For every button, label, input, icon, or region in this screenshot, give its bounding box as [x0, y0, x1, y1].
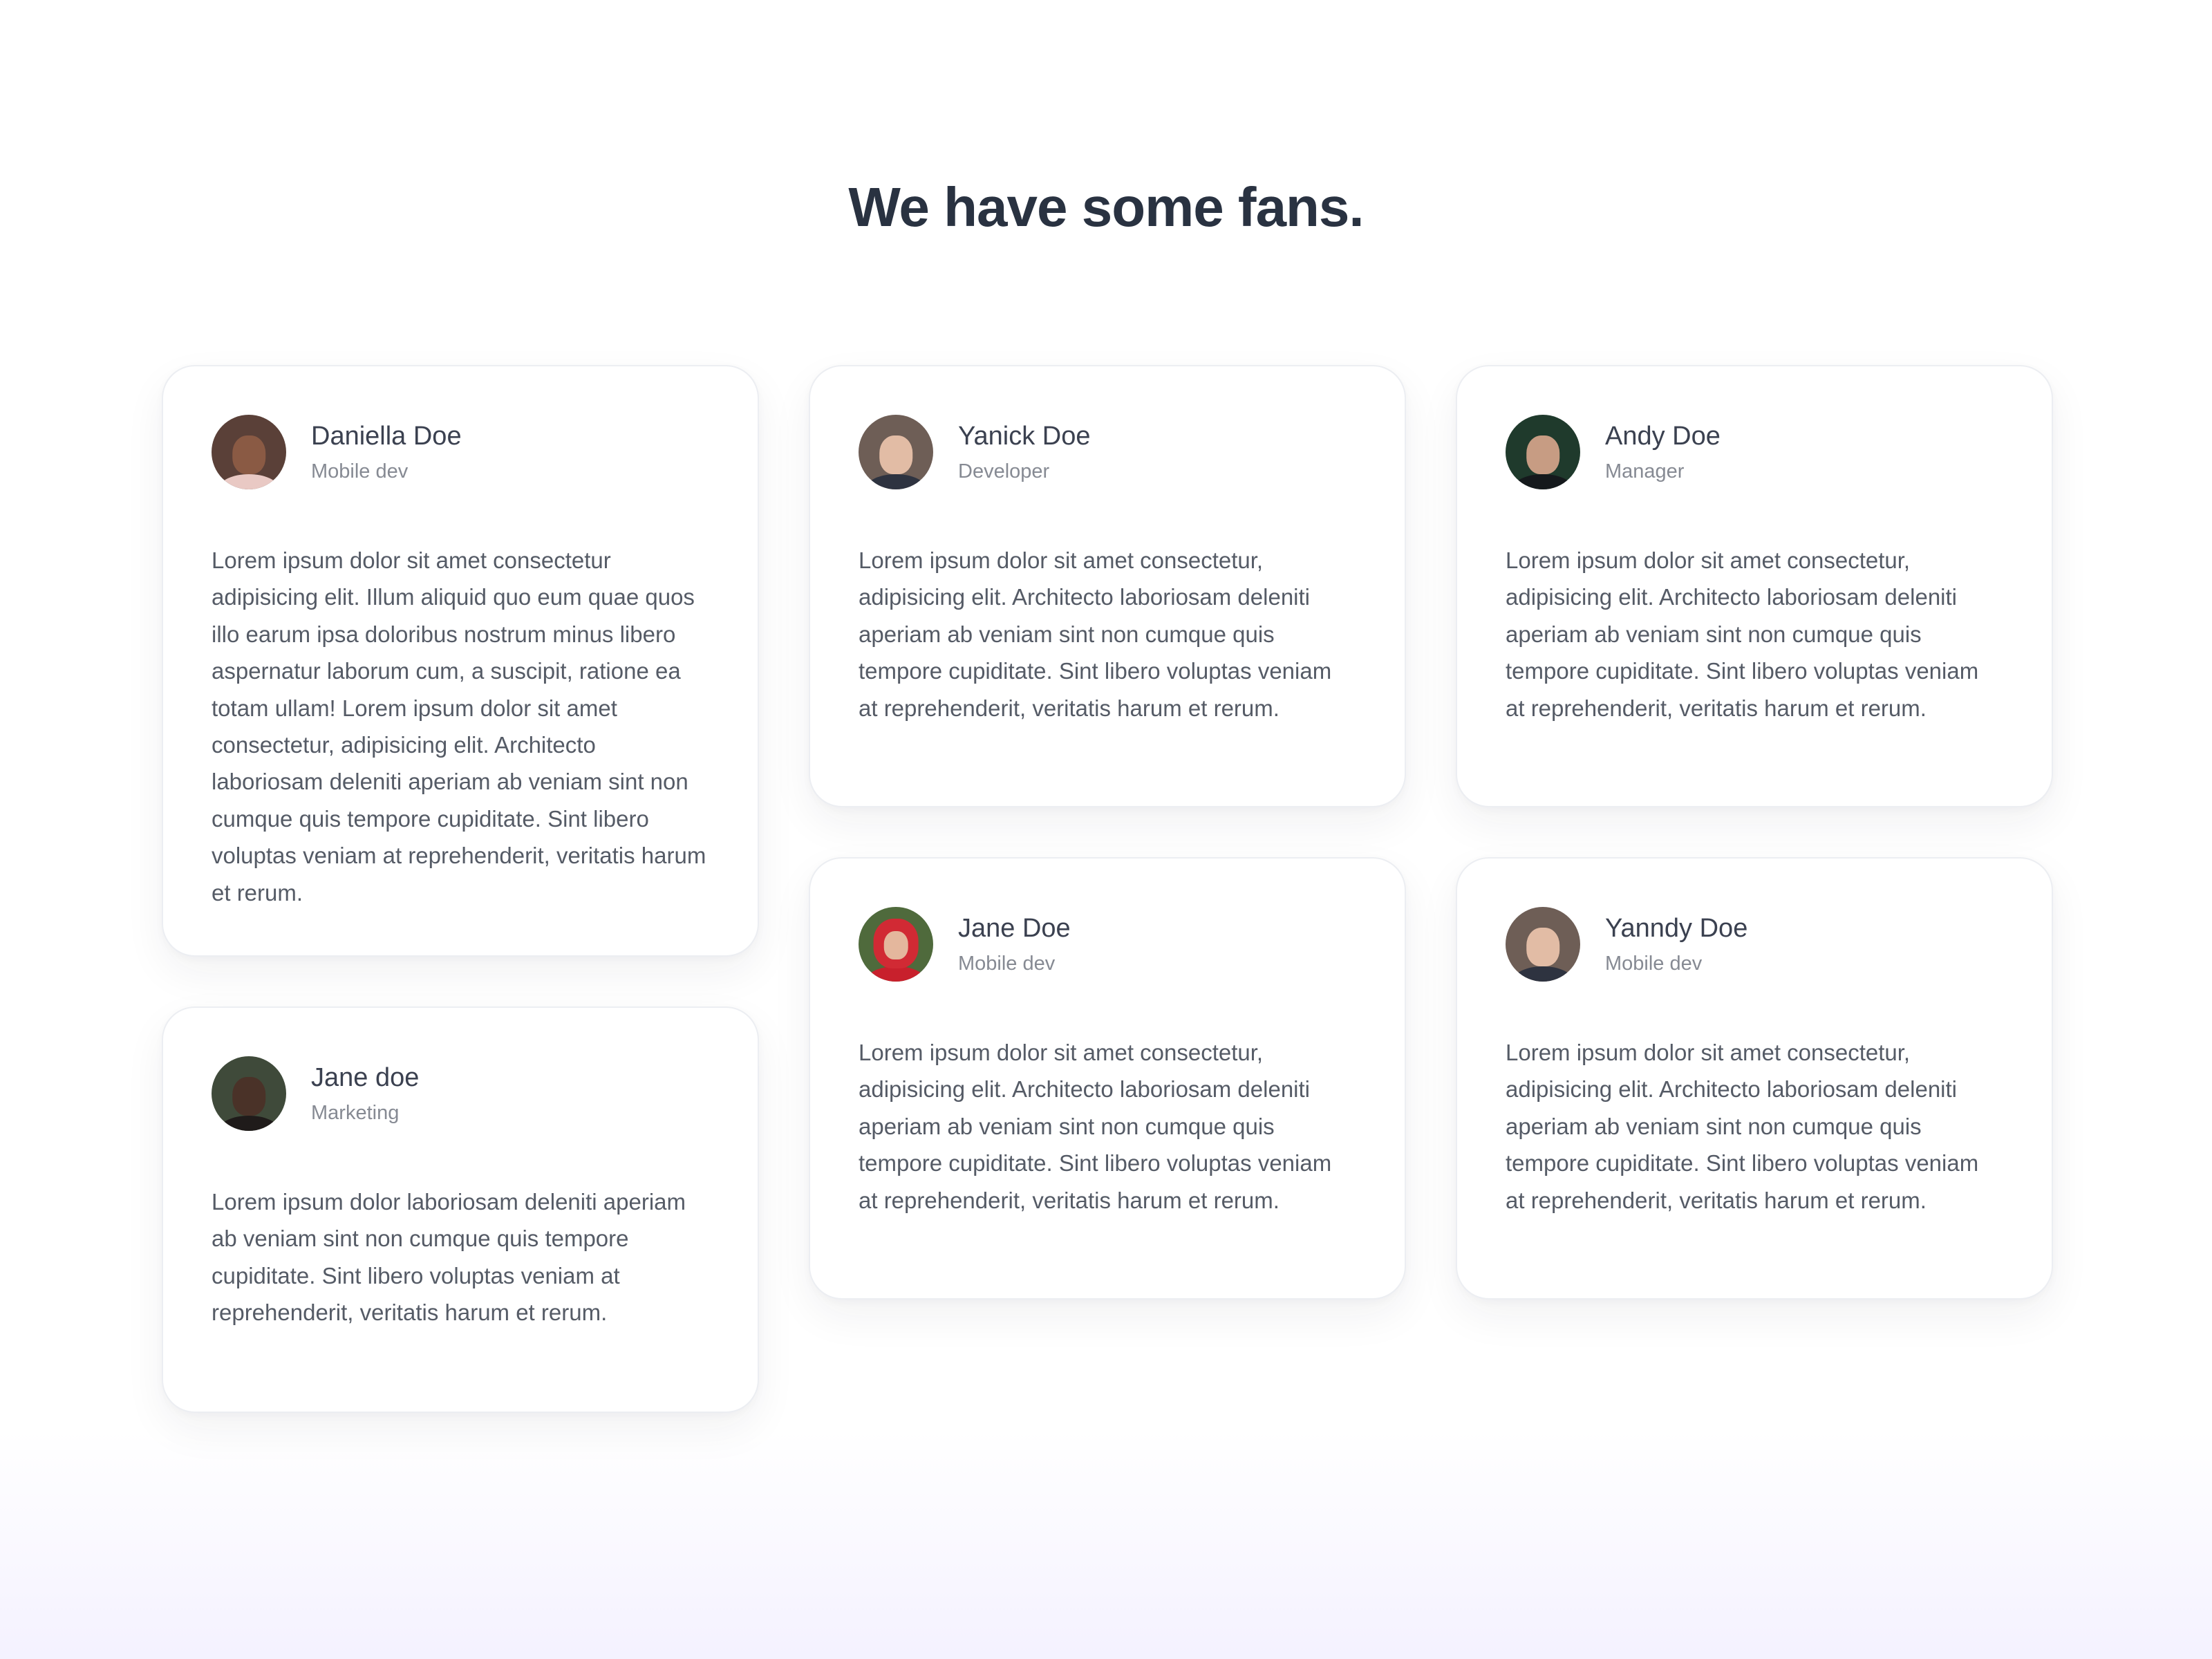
- testimonial-author: Daniella Doe Mobile dev: [311, 420, 462, 485]
- author-role: Mobile dev: [1605, 953, 1703, 975]
- avatar-woman-red-hijab-icon: [859, 907, 933, 982]
- testimonial-author: Jane Doe Mobile dev: [958, 912, 1071, 977]
- author-role: Mobile dev: [311, 460, 409, 482]
- testimonial-author: Andy Doe Manager: [1605, 420, 1721, 485]
- testimonial-header: Jane doe Marketing: [212, 1056, 709, 1131]
- avatar-woman-curly-hair-icon: [212, 415, 286, 489]
- testimonial-header: Jane Doe Mobile dev: [859, 907, 1356, 982]
- testimonial-column-2: Yanick Doe Developer Lorem ipsum dolor s…: [809, 365, 1406, 1349]
- testimonial-header: Yanick Doe Developer: [859, 415, 1356, 489]
- testimonial-column-3: Andy Doe Manager Lorem ipsum dolor sit a…: [1456, 365, 2053, 1349]
- avatar-man-icon: [1506, 907, 1580, 982]
- avatar-man-icon: [859, 415, 933, 489]
- testimonial-text: Lorem ipsum dolor laboriosam deleniti ap…: [212, 1189, 686, 1326]
- testimonial-author: Jane doe Marketing: [311, 1061, 419, 1126]
- testimonial-author: Yanndy Doe Mobile dev: [1605, 912, 1747, 977]
- avatar-man-beard-icon: [1506, 415, 1580, 489]
- testimonial-author: Yanick Doe Developer: [958, 420, 1091, 485]
- testimonial-card: Yanick Doe Developer Lorem ipsum dolor s…: [809, 365, 1406, 807]
- testimonial-card: Andy Doe Manager Lorem ipsum dolor sit a…: [1456, 365, 2053, 807]
- testimonial-text: Lorem ipsum dolor sit amet consectetur, …: [859, 1040, 1332, 1213]
- background-gradient: [0, 1431, 2212, 1659]
- testimonial-card: Jane Doe Mobile dev Lorem ipsum dolor si…: [809, 857, 1406, 1300]
- testimonial-card: Daniella Doe Mobile dev Lorem ipsum dolo…: [162, 365, 759, 957]
- author-role: Developer: [958, 460, 1050, 482]
- author-name: Yanndy Doe: [1605, 914, 1748, 943]
- testimonial-text: Lorem ipsum dolor sit amet consectetur, …: [859, 547, 1332, 721]
- author-name: Jane doe: [311, 1063, 420, 1092]
- author-role: Mobile dev: [958, 953, 1056, 975]
- testimonial-card: Jane doe Marketing Lorem ipsum dolor lab…: [162, 1006, 759, 1413]
- testimonial-column-1: Daniella Doe Mobile dev Lorem ipsum dolo…: [162, 365, 759, 1463]
- testimonial-header: Daniella Doe Mobile dev: [212, 415, 709, 489]
- testimonial-text: Lorem ipsum dolor sit amet consectetur a…: [212, 547, 706, 906]
- author-role: Manager: [1605, 460, 1685, 482]
- testimonial-text: Lorem ipsum dolor sit amet consectetur, …: [1506, 1040, 1979, 1213]
- author-name: Jane Doe: [958, 914, 1071, 943]
- author-name: Yanick Doe: [958, 422, 1091, 451]
- testimonial-card: Yanndy Doe Mobile dev Lorem ipsum dolor …: [1456, 857, 2053, 1300]
- author-role: Marketing: [311, 1102, 400, 1124]
- avatar-woman-icon: [212, 1056, 286, 1131]
- section-title: We have some fans.: [848, 176, 1364, 238]
- author-name: Andy Doe: [1605, 422, 1721, 451]
- testimonial-text: Lorem ipsum dolor sit amet consectetur, …: [1506, 547, 1979, 721]
- testimonial-header: Andy Doe Manager: [1506, 415, 2003, 489]
- author-name: Daniella Doe: [311, 422, 462, 451]
- testimonial-header: Yanndy Doe Mobile dev: [1506, 907, 2003, 982]
